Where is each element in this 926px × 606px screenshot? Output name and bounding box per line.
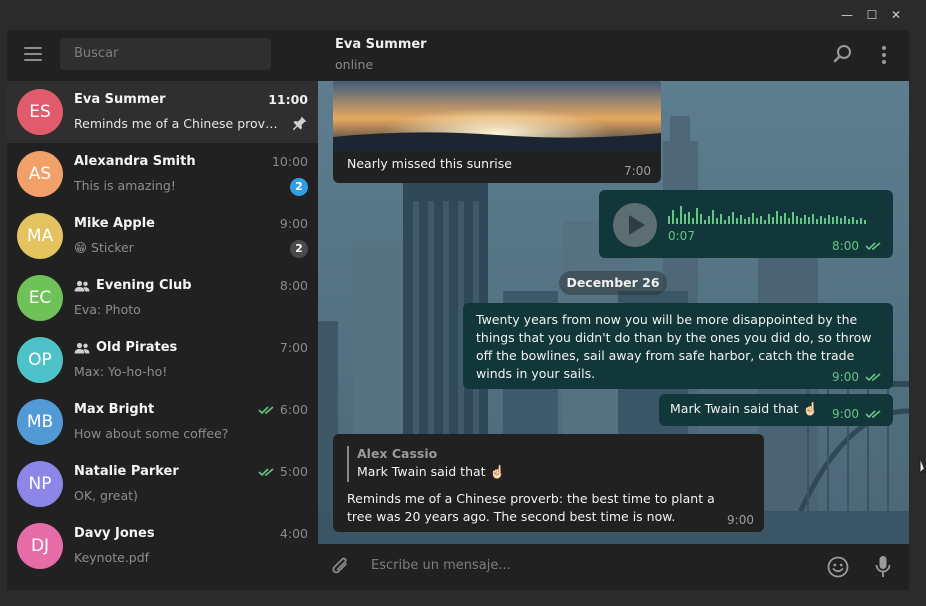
maximize-button[interactable]: ☐ bbox=[865, 8, 879, 22]
chat-item[interactable]: OP Old Pirates 7:00 Max: Yo-ho-ho! bbox=[7, 329, 318, 391]
reply-quoted-text[interactable]: Mark Twain said that ☝🏻 bbox=[357, 464, 505, 480]
close-button[interactable]: ✕ bbox=[889, 8, 903, 22]
hamburger-menu-icon[interactable] bbox=[24, 47, 42, 61]
unread-badge: 2 bbox=[290, 178, 308, 196]
twain-message[interactable]: Mark Twain said that ☝🏻 9:00 bbox=[659, 394, 893, 426]
chat-preview: This is amazing! bbox=[74, 178, 176, 193]
chat-time: 5:00 bbox=[258, 464, 308, 479]
emoji-icon[interactable] bbox=[827, 556, 849, 578]
quote-message[interactable]: Twenty years from now you will be more d… bbox=[463, 303, 893, 389]
photo-message[interactable]: Nearly missed this sunrise 7:00 bbox=[333, 81, 661, 183]
message-time: 9:00 bbox=[832, 407, 883, 421]
message-time: 8:00 bbox=[832, 239, 883, 253]
reply-quote-bar bbox=[347, 446, 349, 482]
chat-preview: OK, great) bbox=[74, 488, 138, 503]
play-icon[interactable] bbox=[612, 202, 658, 248]
chat-preview: Reminds me of a Chinese proverb: the bes… bbox=[74, 116, 284, 131]
pin-icon bbox=[293, 116, 307, 130]
photo-caption: Nearly missed this sunrise bbox=[347, 156, 512, 171]
microphone-icon[interactable] bbox=[875, 555, 891, 579]
chat-time: 11:00 bbox=[268, 92, 308, 107]
chat-name: Eva Summer bbox=[74, 92, 166, 107]
chat-item[interactable]: EC Evening Club 8:00 Eva: Photo bbox=[7, 267, 318, 329]
minimize-button[interactable]: — bbox=[840, 8, 854, 22]
avatar[interactable]: DJ bbox=[17, 523, 63, 569]
avatar[interactable]: ES bbox=[17, 89, 63, 135]
chat-preview: Keynote.pdf bbox=[74, 550, 150, 565]
sunrise-photo[interactable] bbox=[333, 81, 661, 151]
double-check-icon bbox=[865, 410, 881, 419]
reply-message[interactable]: Alex Cassio Mark Twain said that ☝🏻 Remi… bbox=[333, 434, 764, 532]
sidebar-top-bar: Buscar bbox=[7, 30, 318, 81]
chat-time: 9:00 bbox=[279, 216, 308, 231]
chat-preview: Max: Yo-ho-ho! bbox=[74, 364, 168, 379]
message-time: 9:00 bbox=[727, 513, 754, 527]
chat-name: Old Pirates bbox=[74, 340, 177, 355]
chat-name: Davy Jones bbox=[74, 526, 155, 541]
voice-message: 0:07 8:00 bbox=[599, 190, 893, 258]
chat-item[interactable]: AS Alexandra Smith 10:00 This is amazing! 2 bbox=[7, 143, 318, 205]
double-check-icon bbox=[258, 467, 274, 476]
resize-cursor-icon bbox=[919, 459, 926, 475]
chat-item[interactable]: MA Mike Apple 9:00 😁 Sticker 2 bbox=[7, 205, 318, 267]
quote-text: Twenty years from now you will be more d… bbox=[476, 312, 872, 381]
chat-background: Nearly missed this sunrise 7:00 0:07 8:0… bbox=[318, 81, 909, 544]
avatar[interactable]: AS bbox=[17, 151, 63, 197]
search-input[interactable]: Buscar bbox=[60, 38, 271, 70]
twain-text: Mark Twain said that ☝🏻 bbox=[670, 401, 819, 416]
chat-time: 8:00 bbox=[279, 278, 308, 293]
chat-item[interactable]: ES Eva Summer 11:00 Reminds me of a Chinese… bbox=[7, 81, 318, 143]
chat-preview: How about some coffee? bbox=[74, 426, 229, 441]
window-titlebar: — ☐ ✕ bbox=[0, 0, 926, 30]
avatar[interactable]: MA bbox=[17, 213, 63, 259]
avatar[interactable]: MB bbox=[17, 399, 63, 445]
unread-badge: 2 bbox=[290, 240, 308, 258]
sidebar: Buscar ES Eva Summer 11:00 Reminds me of a … bbox=[7, 30, 318, 590]
chat-title[interactable]: Eva Summer bbox=[335, 37, 427, 52]
chat-status: online bbox=[335, 57, 374, 72]
chat-time: 7:00 bbox=[279, 340, 308, 355]
more-options-icon[interactable] bbox=[881, 45, 887, 65]
chat-item[interactable]: NP Natalie Parker 5:00 OK, great) bbox=[7, 453, 318, 515]
preview-emoji: 😁 bbox=[74, 240, 88, 255]
chat-time: 4:00 bbox=[279, 526, 308, 541]
message-time: 7:00 bbox=[624, 164, 651, 178]
avatar[interactable]: EC bbox=[17, 275, 63, 321]
double-check-icon bbox=[865, 242, 881, 251]
chat-time: 6:00 bbox=[258, 402, 308, 417]
voice-duration: 0:07 bbox=[668, 229, 695, 243]
avatar[interactable]: NP bbox=[17, 461, 63, 507]
search-icon[interactable] bbox=[833, 44, 853, 64]
telegram-app: Buscar ES Eva Summer 11:00 Reminds me of a … bbox=[7, 30, 909, 590]
chat-item[interactable]: DJ Davy Jones 4:00 Keynote.pdf bbox=[7, 515, 318, 577]
chat-name: Evening Club bbox=[74, 278, 192, 293]
chat-name: Mike Apple bbox=[74, 216, 155, 231]
chat-name: Alexandra Smith bbox=[74, 154, 196, 169]
reply-author[interactable]: Alex Cassio bbox=[357, 446, 437, 461]
chat-preview: 😁 Sticker bbox=[74, 240, 134, 255]
message-input[interactable]: Escribe un mensaje... bbox=[371, 558, 511, 573]
chat-header: Eva Summer online bbox=[318, 30, 909, 81]
chat-name: Max Bright bbox=[74, 402, 155, 417]
reply-text: Reminds me of a Chinese proverb: the bes… bbox=[347, 491, 715, 524]
double-check-icon bbox=[258, 405, 274, 414]
chat-preview: Eva: Photo bbox=[74, 302, 141, 317]
chat-area: Eva Summer online Nearly missed this sun… bbox=[318, 30, 909, 590]
chat-list: ES Eva Summer 11:00 Reminds me of a Chinese… bbox=[7, 81, 318, 577]
message-composer: Escribe un mensaje... bbox=[318, 544, 909, 590]
paperclip-icon[interactable] bbox=[331, 556, 351, 578]
group-icon bbox=[74, 280, 90, 291]
chat-time: 10:00 bbox=[271, 154, 308, 169]
message-time: 9:00 bbox=[832, 370, 883, 384]
group-icon bbox=[74, 342, 90, 353]
chat-item[interactable]: MB Max Bright 6:00 How about some coffee? bbox=[7, 391, 318, 453]
avatar[interactable]: OP bbox=[17, 337, 63, 383]
date-separator: December 26 bbox=[559, 271, 667, 295]
voice-waveform[interactable] bbox=[668, 204, 868, 226]
double-check-icon bbox=[865, 373, 881, 382]
chat-name: Natalie Parker bbox=[74, 464, 179, 479]
